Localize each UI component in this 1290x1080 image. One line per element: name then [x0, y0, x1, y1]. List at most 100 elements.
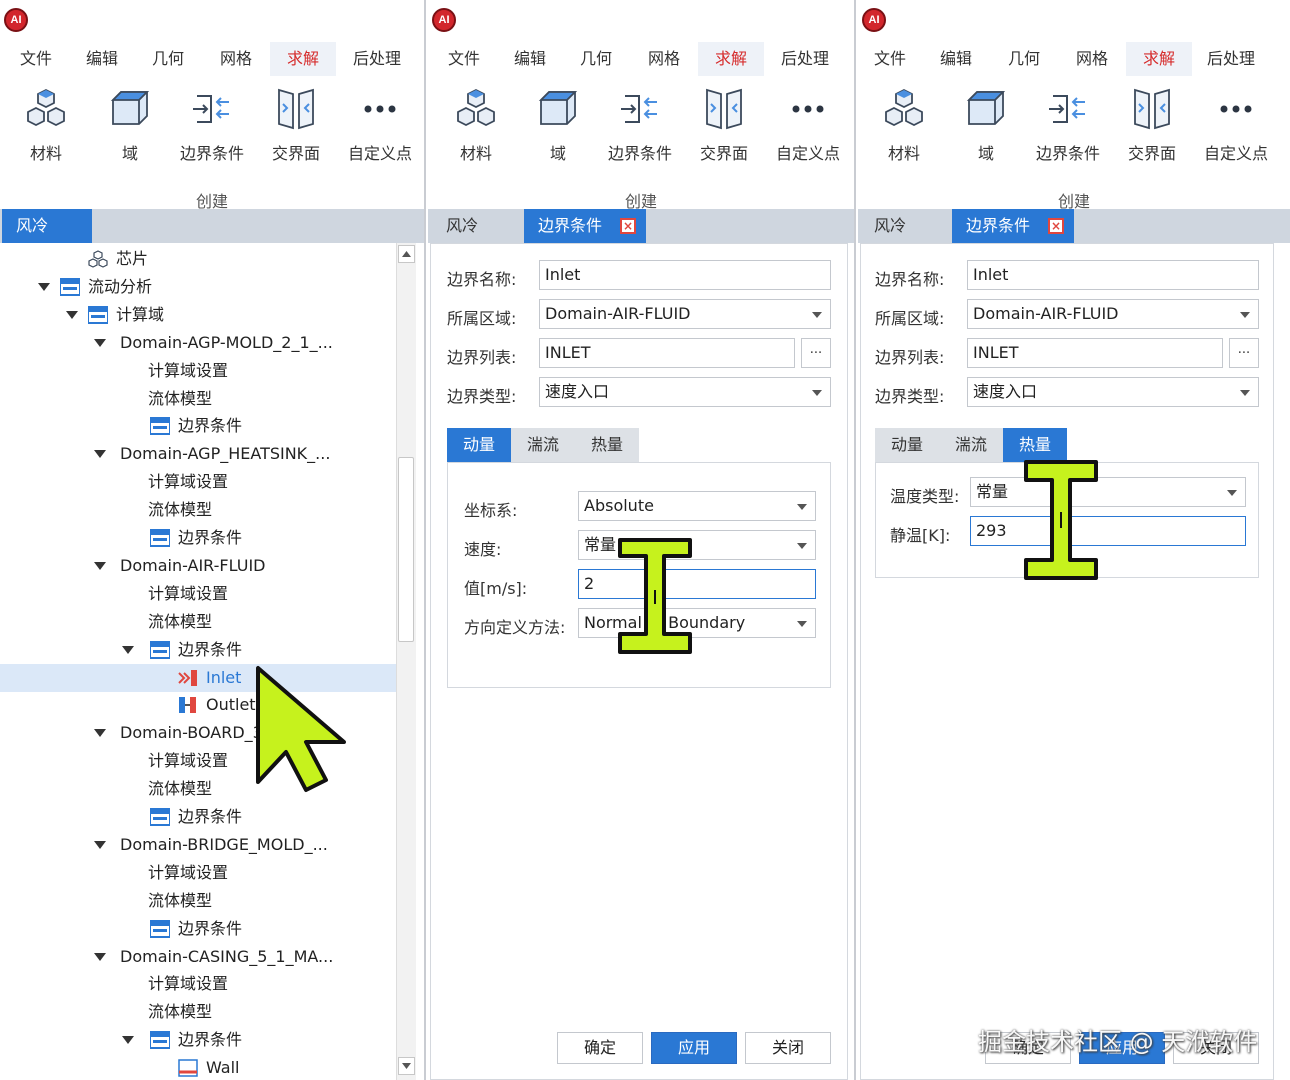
tree-item[interactable]: 流体模型	[0, 775, 396, 803]
subtab-momentum[interactable]: 动量	[875, 428, 939, 462]
menu-item[interactable]: 编辑	[76, 42, 128, 76]
menu-item[interactable]: 文件	[864, 42, 916, 76]
tab-air-cooling[interactable]: 风冷	[2, 209, 92, 243]
ribbon-button-domain[interactable]: 域	[946, 86, 1026, 164]
tree-item[interactable]: 流体模型	[0, 998, 396, 1026]
chevron-down-icon[interactable]	[122, 1036, 134, 1045]
ribbon-button-custom-point[interactable]: 自定义点	[340, 86, 420, 164]
chevron-down-icon[interactable]	[94, 729, 106, 738]
direction-method-select[interactable]: Normal to Boundary	[578, 608, 816, 638]
menu-item[interactable]: 几何	[570, 42, 622, 76]
menu-item[interactable]: 几何	[998, 42, 1050, 76]
menu-item[interactable]: 求解	[1126, 42, 1192, 76]
ribbon-button-interface[interactable]: 交界面	[684, 86, 764, 164]
tree-item[interactable]: 边界条件	[0, 915, 396, 943]
ribbon-button-material[interactable]: 材料	[864, 86, 944, 164]
close-icon[interactable]: ×	[620, 218, 636, 234]
tree-scrollbar[interactable]	[396, 243, 416, 1080]
tree-item[interactable]: 边界条件	[0, 524, 396, 552]
ribbon-button-boundary-condition[interactable]: 边界条件	[172, 86, 252, 164]
tree-item[interactable]: Inlet	[0, 663, 396, 692]
coord-system-select[interactable]: Absolute	[578, 491, 816, 521]
menu-item[interactable]: 网格	[1066, 42, 1118, 76]
subtab-turbulence[interactable]: 湍流	[939, 428, 1003, 462]
menu-item[interactable]: 几何	[142, 42, 194, 76]
tree-item[interactable]: Domain-AGP_HEATSINK_...	[0, 440, 396, 468]
menu-item[interactable]: 文件	[438, 42, 490, 76]
subtab-heat[interactable]: 热量	[575, 428, 639, 462]
tree-item[interactable]: 边界条件	[0, 636, 396, 664]
subtab-momentum[interactable]: 动量	[447, 428, 511, 462]
boundary-list-input[interactable]: INLET	[967, 338, 1223, 368]
tree-item[interactable]: 计算域设置	[0, 970, 396, 998]
ribbon-button-boundary-condition[interactable]: 边界条件	[600, 86, 680, 164]
close-button[interactable]: 关闭	[745, 1032, 831, 1064]
temperature-type-select[interactable]: 常量	[970, 477, 1246, 507]
boundary-name-input[interactable]: Inlet	[967, 260, 1259, 290]
chevron-down-icon[interactable]	[94, 952, 106, 961]
tree-item[interactable]: Domain-BRIDGE_MOLD_...	[0, 831, 396, 859]
static-temp-input[interactable]: 293	[970, 516, 1246, 546]
menu-item[interactable]: 编辑	[504, 42, 556, 76]
tree-item[interactable]: 流动分析	[0, 273, 396, 301]
scroll-up-button[interactable]	[398, 245, 415, 263]
region-select[interactable]: Domain-AIR-FLUID	[539, 299, 831, 329]
tree-item[interactable]: Domain-BOARD_3	[0, 719, 396, 747]
menu-item[interactable]: 文件	[10, 42, 62, 76]
tree-item[interactable]: Wall	[0, 1054, 396, 1080]
chevron-down-icon[interactable]	[66, 310, 78, 319]
apply-button[interactable]: 应用	[651, 1032, 737, 1064]
ribbon-button-domain[interactable]: 域	[518, 86, 598, 164]
ribbon-button-domain[interactable]: 域	[90, 86, 170, 164]
ribbon-button-interface[interactable]: 交界面	[1112, 86, 1192, 164]
menu-item[interactable]: 求解	[270, 42, 336, 76]
chevron-down-icon[interactable]	[94, 561, 106, 570]
menu-item[interactable]: 编辑	[930, 42, 982, 76]
menu-item[interactable]: 后处理	[768, 42, 842, 76]
ribbon-button-boundary-condition[interactable]: 边界条件	[1028, 86, 1108, 164]
region-select[interactable]: Domain-AIR-FLUID	[967, 299, 1259, 329]
tree-item[interactable]: 流体模型	[0, 608, 396, 636]
tree-item[interactable]: Outlet	[0, 691, 396, 719]
tree-item[interactable]: 计算域设置	[0, 859, 396, 887]
tree-item[interactable]: 计算域设置	[0, 580, 396, 608]
chevron-down-icon[interactable]	[38, 282, 50, 291]
boundary-list-input[interactable]: INLET	[539, 338, 795, 368]
subtab-heat[interactable]: 热量	[1003, 428, 1067, 462]
tree-item[interactable]: Domain-AIR-FLUID	[0, 552, 396, 580]
tree-item[interactable]: 流体模型	[0, 385, 396, 413]
browse-button[interactable]: ...	[801, 338, 831, 368]
ribbon-button-interface[interactable]: 交界面	[256, 86, 336, 164]
tree-item[interactable]: Domain-CASING_5_1_MA...	[0, 943, 396, 971]
menu-item[interactable]: 后处理	[340, 42, 414, 76]
tree-item[interactable]: 边界条件	[0, 412, 396, 440]
chevron-down-icon[interactable]	[94, 338, 106, 347]
ok-button[interactable]: 确定	[557, 1032, 643, 1064]
boundary-type-select[interactable]: 速度入口	[967, 377, 1259, 407]
tree-item[interactable]: 计算域	[0, 301, 396, 329]
tree-item[interactable]: 边界条件	[0, 1026, 396, 1054]
scroll-down-button[interactable]	[398, 1057, 415, 1075]
tree-item[interactable]: Domain-AGP-MOLD_2_1_...	[0, 329, 396, 357]
chevron-down-icon[interactable]	[94, 840, 106, 849]
ribbon-button-custom-point[interactable]: 自定义点	[768, 86, 848, 164]
tree-item[interactable]: 边界条件	[0, 803, 396, 831]
tab-air-cooling[interactable]: 风冷	[860, 209, 952, 243]
tab-boundary-condition[interactable]: 边界条件 ×	[524, 209, 646, 243]
scroll-thumb[interactable]	[398, 457, 414, 642]
tree-item[interactable]: 流体模型	[0, 887, 396, 915]
chevron-down-icon[interactable]	[94, 450, 106, 459]
tree-item[interactable]: 芯片	[0, 245, 396, 273]
browse-button[interactable]: ...	[1229, 338, 1259, 368]
tree-item[interactable]: 计算域设置	[0, 357, 396, 385]
tree-item[interactable]: 计算域设置	[0, 468, 396, 496]
tree-item[interactable]: 计算域设置	[0, 747, 396, 775]
tree-item[interactable]: 流体模型	[0, 496, 396, 524]
ribbon-button-custom-point[interactable]: 自定义点	[1196, 86, 1276, 164]
tab-boundary-condition[interactable]: 边界条件 ×	[952, 209, 1074, 243]
menu-item[interactable]: 求解	[698, 42, 764, 76]
menu-item[interactable]: 网格	[638, 42, 690, 76]
close-icon[interactable]: ×	[1048, 218, 1064, 234]
ribbon-button-material[interactable]: 材料	[6, 86, 86, 164]
menu-item[interactable]: 后处理	[1194, 42, 1268, 76]
